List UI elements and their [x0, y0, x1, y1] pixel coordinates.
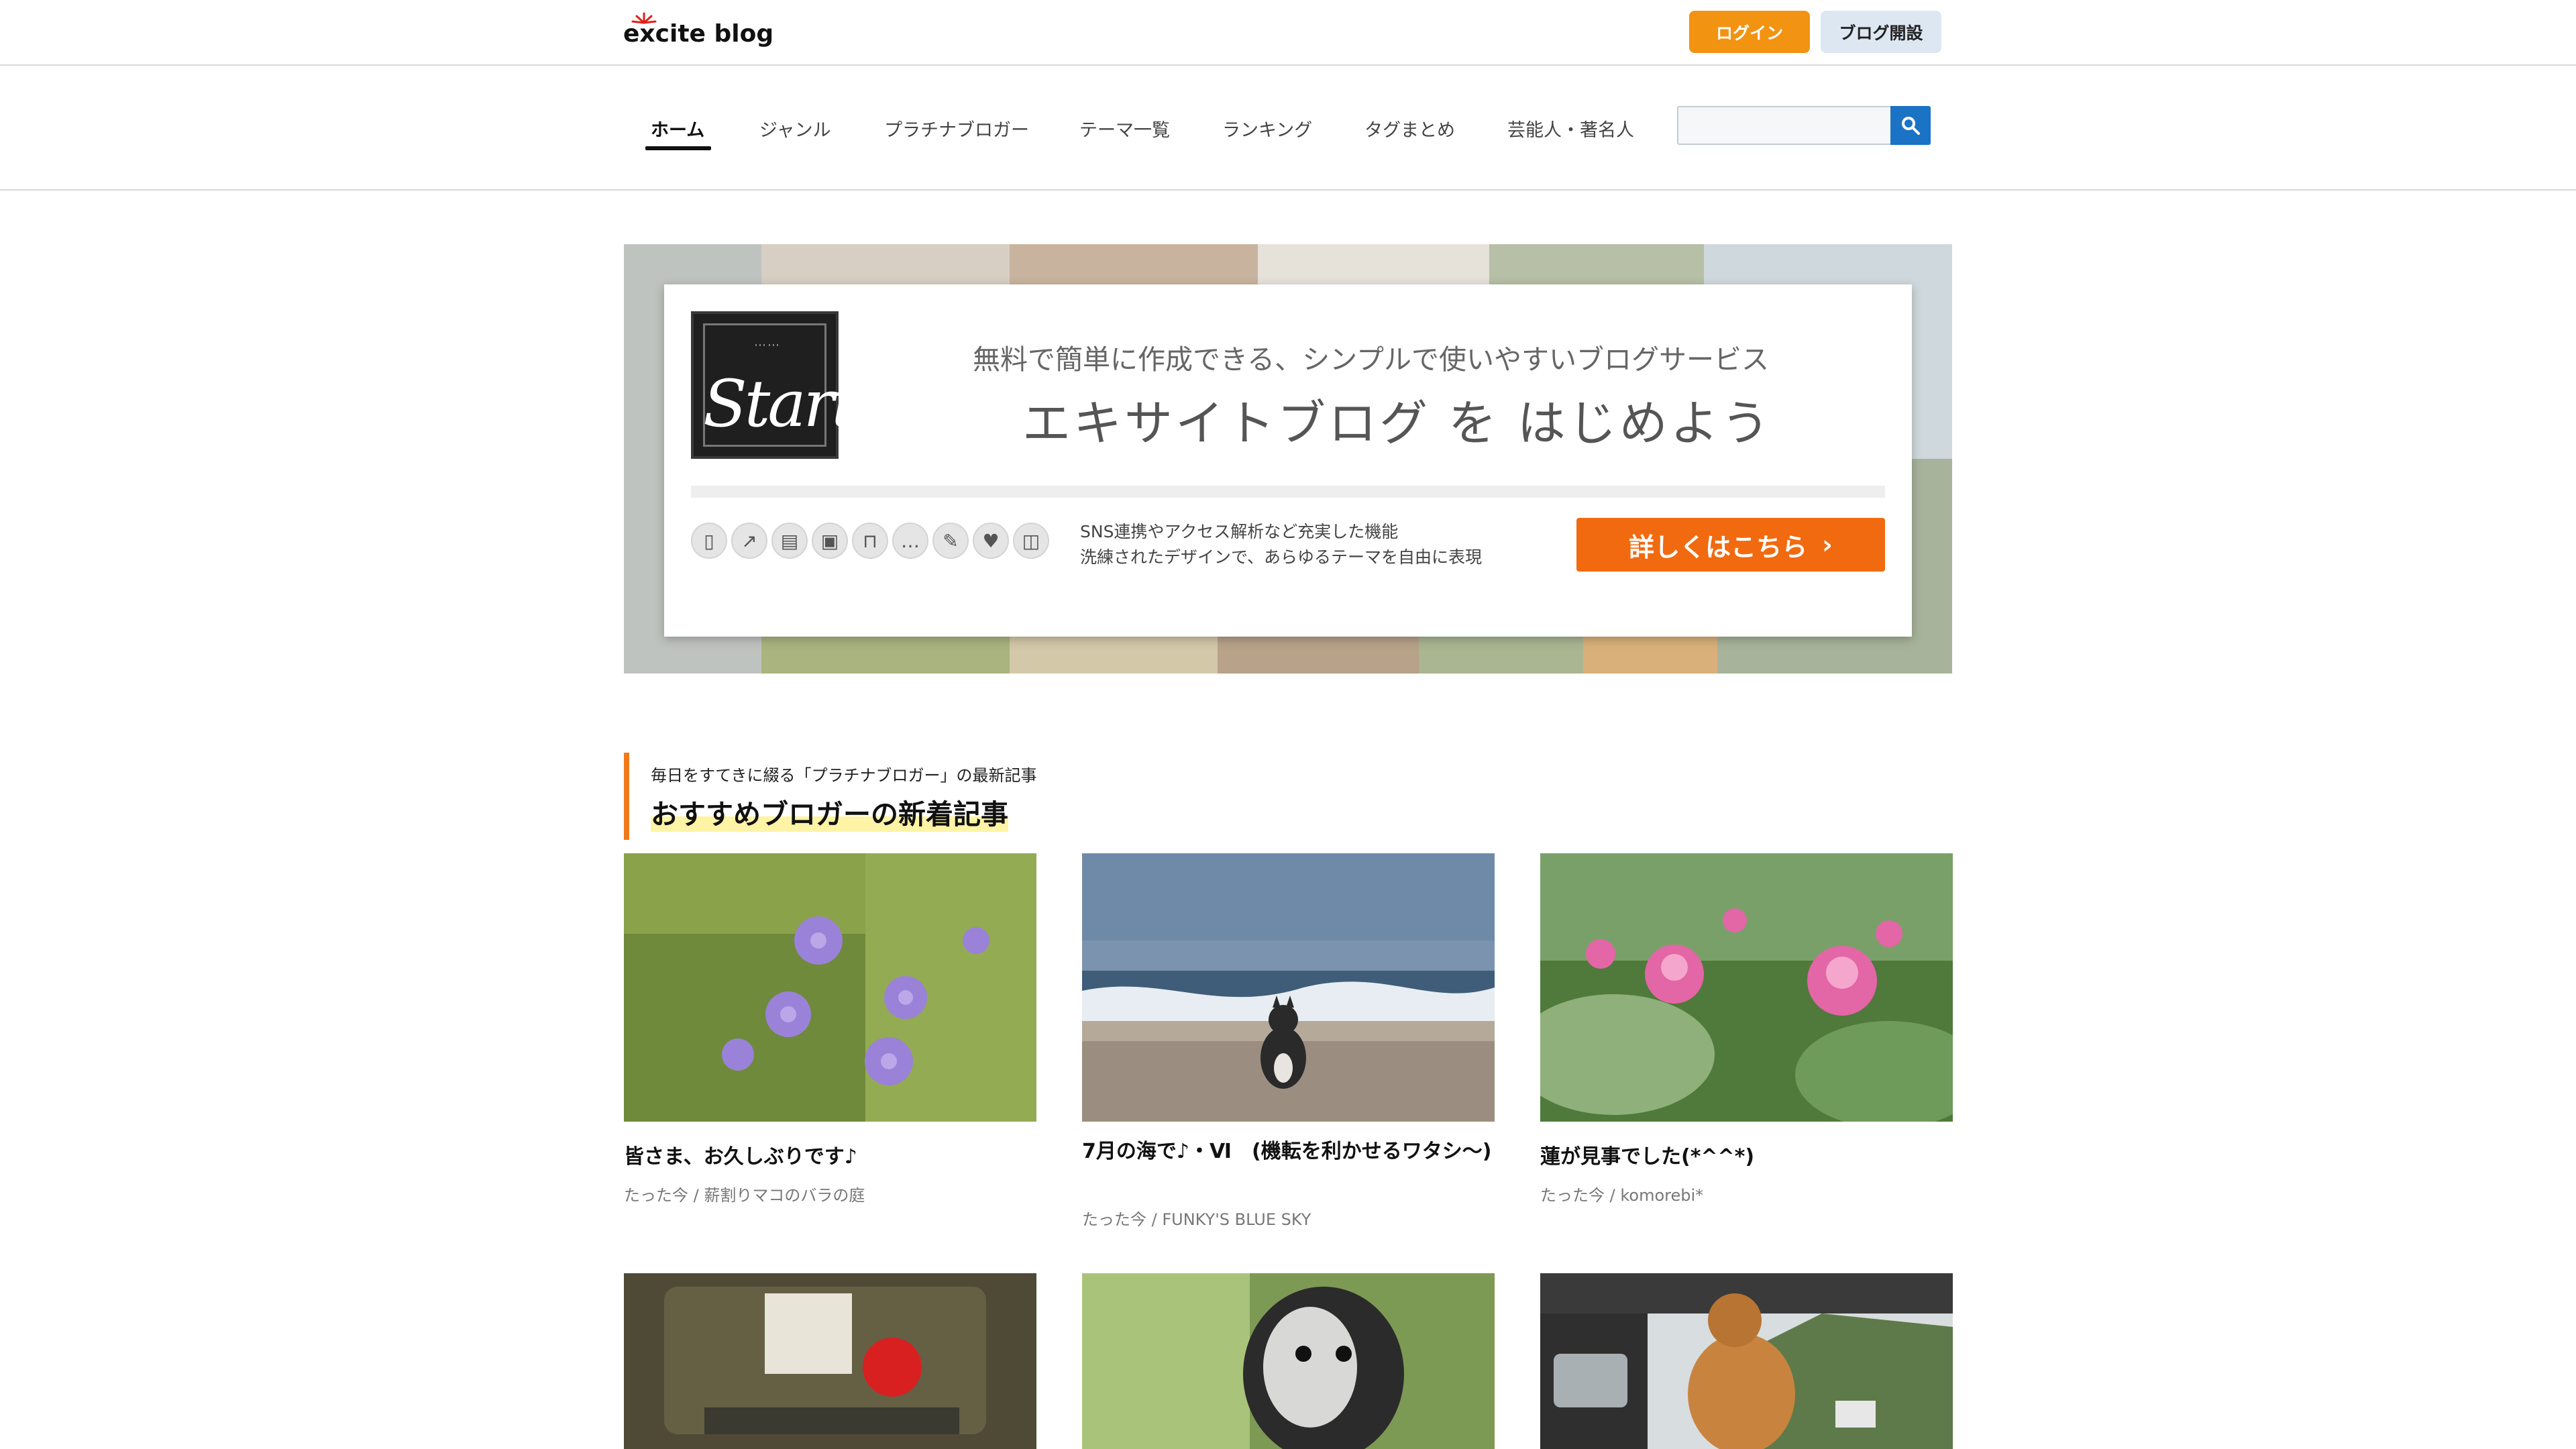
nav-item-tag-summary[interactable]: タグまとめ — [1364, 115, 1455, 142]
nav-item-platinum-blogger[interactable]: プラチナブロガー — [884, 115, 1029, 142]
banner-subtitle: 無料で簡単に作成できる、シンプルで使いやすいブログサービス — [973, 343, 1769, 376]
article-thumbnail[interactable] — [624, 853, 1036, 1122]
learn-more-button[interactable]: 詳しくはこちら › — [1576, 518, 1885, 572]
analytics-icon: ↗ — [731, 523, 767, 559]
nav-item-theme-list[interactable]: テーマ一覧 — [1079, 115, 1170, 142]
article-meta[interactable]: たった今 / FUNKY'S BLUE SKY — [1082, 1206, 1311, 1230]
article-title[interactable]: 蓮が見事でした(*^^*) — [1540, 1143, 1953, 1171]
book-icon: ◫ — [1013, 523, 1049, 559]
article-thumbnail[interactable] — [1082, 1273, 1495, 1449]
search-icon — [1902, 117, 1920, 135]
section-title: おすすめブロガーの新着記事 — [651, 792, 1008, 832]
layout-icon: ▤ — [771, 523, 808, 559]
features-line-2: 洗練されたデザインで、あらゆるテーマを自由に表現 — [1080, 547, 1483, 567]
nav-item-genre[interactable]: ジャンル — [759, 115, 831, 142]
article-thumbnail[interactable] — [1082, 853, 1495, 1122]
nav-active-indicator — [645, 146, 711, 150]
section-subtitle: 毎日をすてきに綴る「プラチナブロガー」の最新記事 — [651, 766, 1037, 785]
banner-title: エキサイトブログ を はじめよう — [1022, 395, 1772, 451]
lock-icon: ⊓ — [852, 523, 888, 559]
main-nav: ホーム ジャンル プラチナブロガー テーマ一覧 ランキング タグまとめ 芸能人・… — [0, 66, 2576, 191]
edit-icon: ✎ — [932, 523, 969, 559]
article-meta[interactable]: たった今 / komorebi* — [1540, 1182, 1703, 1205]
nav-item-ranking[interactable]: ランキング — [1222, 115, 1312, 142]
search-input[interactable] — [1677, 106, 1890, 145]
image-icon: ▣ — [812, 523, 848, 559]
nav-item-home[interactable]: ホーム — [651, 115, 704, 142]
banner-card: ⋯⋯ Start 無料で簡単に作成できる、シンプルで使いやすいブログサービス エ… — [664, 284, 1912, 637]
login-button[interactable]: ログイン — [1689, 11, 1810, 53]
article-title[interactable]: 皆さま、お久しぶりです♪ — [624, 1143, 1036, 1171]
start-blog-banner[interactable]: ⋯⋯ Start 無料で簡単に作成できる、シンプルで使いやすいブログサービス エ… — [624, 244, 1952, 674]
top-header: excite blog ログイン ブログ開設 — [0, 0, 2576, 66]
article-thumbnail[interactable] — [624, 1273, 1036, 1449]
learn-more-label: 詳しくはこちら — [1629, 532, 1808, 562]
start-text: Start — [703, 366, 857, 441]
mobile-icon: ▯ — [691, 523, 727, 559]
article-meta[interactable]: たった今 / 薪割りマコのバラの庭 — [624, 1182, 865, 1205]
features-line-1: SNS連携やアクセス解析など充実した機能 — [1080, 522, 1399, 541]
banner-divider — [691, 486, 1885, 498]
chevron-right-icon: › — [1822, 530, 1833, 559]
article-title[interactable]: 7月の海で♪・Ⅵ (機転を利かせるワタシ～) — [1082, 1138, 1495, 1166]
excite-blog-logo[interactable]: excite blog — [623, 12, 784, 55]
article-thumbnail[interactable] — [1540, 853, 1953, 1122]
open-blog-button[interactable]: ブログ開設 — [1821, 11, 1941, 53]
search-button[interactable] — [1890, 106, 1931, 145]
heart-icon: ♥ — [973, 523, 1009, 559]
recommended-section-header: 毎日をすてきに綴る「プラチナブロガー」の最新記事 おすすめブロガーの新着記事 — [624, 753, 1161, 840]
nav-item-celebrities[interactable]: 芸能人・著名人 — [1507, 115, 1634, 142]
comment-icon: … — [892, 523, 928, 559]
logo-text: excite blog — [623, 20, 774, 48]
banner-features: SNS連携やアクセス解析など充実した機能 洗練されたデザインで、あらゆるテーマを… — [1080, 519, 1482, 570]
article-thumbnail[interactable] — [1540, 1273, 1953, 1449]
